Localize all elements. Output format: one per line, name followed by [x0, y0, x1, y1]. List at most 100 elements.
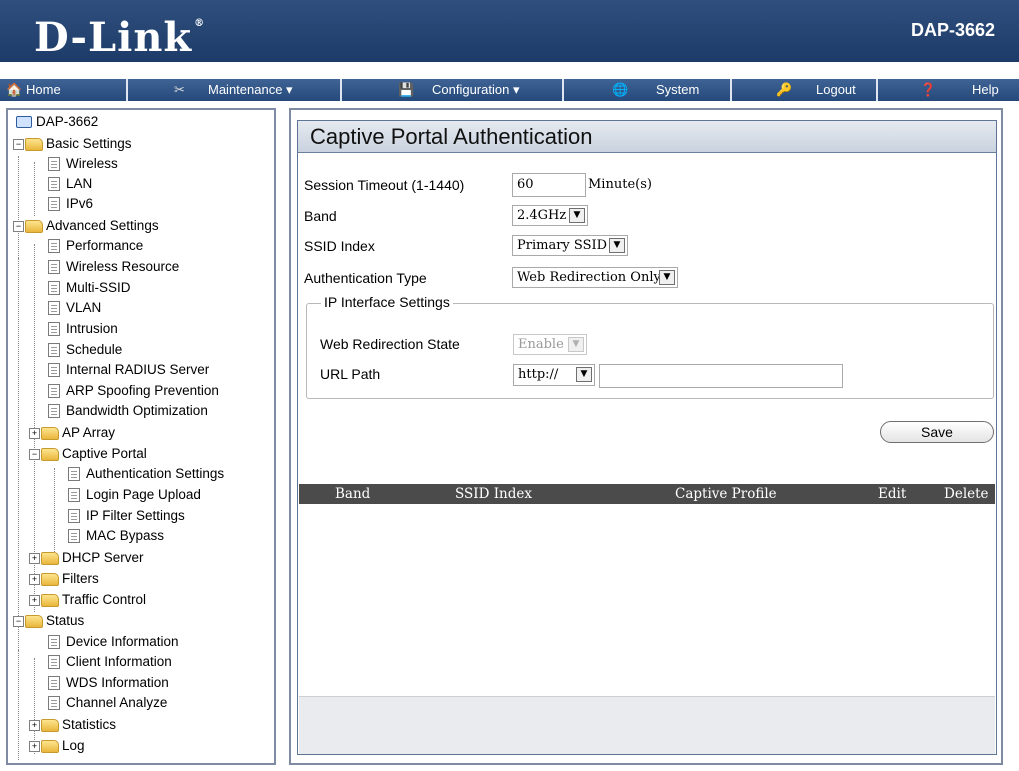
page-icon — [68, 509, 80, 524]
tree-item-auth-settings[interactable]: Authentication Settings — [68, 464, 224, 484]
collapse-icon[interactable]: − — [29, 448, 40, 460]
chevron-down-icon: ▼ — [659, 270, 675, 285]
web-redirection-state-select: Enable ▼ — [513, 334, 587, 355]
nav-maintenance[interactable]: ✂ Maintenance ▾ — [128, 79, 342, 101]
folder-open-icon — [41, 447, 59, 461]
tree-item-bandwidth-opt[interactable]: Bandwidth Optimization — [48, 401, 208, 421]
tree-root-device[interactable]: DAP-3662 — [16, 112, 98, 132]
auth-type-label: Authentication Type — [304, 270, 427, 286]
tree-traffic-control[interactable]: + Traffic Control — [29, 590, 146, 610]
table-body — [299, 504, 995, 697]
collapse-icon[interactable]: − — [13, 615, 24, 627]
tree-item-wds-info[interactable]: WDS Information — [48, 673, 169, 693]
ip-interface-settings-legend: IP Interface Settings — [321, 294, 453, 310]
header-banner: D-Link ® DAP-3662 — [0, 0, 1019, 62]
expand-icon[interactable]: + — [29, 552, 40, 564]
tree-item-lan[interactable]: LAN — [48, 174, 92, 194]
tree-item-ipv6[interactable]: IPv6 — [48, 194, 93, 214]
tree-ap-array[interactable]: + AP Array — [29, 423, 115, 443]
col-ssid-index: SSID Index — [455, 486, 532, 502]
session-timeout-label: Session Timeout (1-1440) — [304, 177, 465, 193]
page-icon — [48, 676, 60, 691]
tree-dhcp-server[interactable]: + DHCP Server — [29, 548, 144, 568]
tree-advanced-settings[interactable]: − Advanced Settings — [13, 216, 159, 236]
url-path-label: URL Path — [320, 366, 381, 382]
expand-icon[interactable]: + — [29, 573, 40, 585]
chevron-down-icon: ▼ — [576, 367, 592, 382]
tree-item-internal-radius[interactable]: Internal RADIUS Server — [48, 360, 209, 380]
ip-interface-settings-group: IP Interface Settings Web Redirection St… — [306, 294, 994, 399]
auth-type-select[interactable]: Web Redirection Only ▼ — [512, 267, 678, 288]
computer-icon — [16, 116, 32, 129]
collapse-icon[interactable]: − — [13, 220, 24, 232]
tree-item-wireless-resource[interactable]: Wireless Resource — [48, 257, 179, 277]
expand-icon[interactable]: + — [29, 427, 40, 439]
tree-item-performance[interactable]: Performance — [48, 236, 143, 256]
tree-item-multi-ssid[interactable]: Multi-SSID — [48, 278, 131, 298]
folder-icon — [41, 739, 59, 753]
dlink-logo: D-Link ® — [34, 14, 206, 61]
folder-open-icon — [25, 614, 43, 628]
folder-icon — [41, 718, 59, 732]
page-icon — [68, 529, 80, 544]
tree-item-mac-bypass[interactable]: MAC Bypass — [68, 526, 164, 546]
expand-icon[interactable]: + — [29, 719, 40, 731]
table-header: Band SSID Index Captive Profile Edit Del… — [299, 484, 995, 504]
page-icon — [48, 322, 60, 337]
page-icon — [48, 384, 60, 399]
tree-item-client-info[interactable]: Client Information — [48, 652, 172, 672]
tree-item-vlan[interactable]: VLAN — [48, 298, 101, 318]
col-edit: Edit — [878, 486, 907, 502]
save-disk-icon: 💾 — [398, 82, 415, 97]
page-icon — [48, 157, 60, 172]
tree-status[interactable]: − Status — [13, 611, 84, 631]
chevron-down-icon: ▼ — [569, 208, 585, 223]
tree-item-arp-spoofing[interactable]: ARP Spoofing Prevention — [48, 381, 219, 401]
save-button[interactable]: Save — [880, 421, 994, 443]
collapse-icon[interactable]: − — [13, 138, 24, 150]
expand-icon[interactable]: + — [29, 594, 40, 606]
globe-icon: 🌐 — [612, 82, 629, 97]
page-icon — [48, 363, 60, 378]
band-select[interactable]: 2.4GHz ▼ — [512, 205, 588, 226]
nav-home[interactable]: 🏠 Home — [0, 79, 128, 101]
ssid-index-select[interactable]: Primary SSID ▼ — [512, 235, 628, 256]
tree-item-login-page-upload[interactable]: Login Page Upload — [68, 485, 201, 505]
tree-item-wireless[interactable]: Wireless — [48, 154, 118, 174]
tree-item-ip-filter[interactable]: IP Filter Settings — [68, 506, 185, 526]
tree-filters[interactable]: + Filters — [29, 569, 99, 589]
home-icon: 🏠 — [6, 82, 23, 97]
tree-statistics[interactable]: + Statistics — [29, 715, 116, 735]
page-icon — [68, 488, 80, 503]
folder-icon — [41, 593, 59, 607]
device-model: DAP-3662 — [910, 20, 995, 40]
nav-configuration[interactable]: 💾 Configuration ▾ — [342, 79, 564, 101]
tree-item-device-info[interactable]: Device Information — [48, 632, 179, 652]
page-icon — [48, 635, 60, 650]
nav-help[interactable]: ❓ Help — [878, 79, 1019, 101]
tools-icon: ✂ — [174, 82, 185, 97]
nav-system[interactable]: 🌐 System — [564, 79, 732, 101]
chevron-down-icon: ▼ — [568, 337, 584, 352]
tree-basic-settings[interactable]: − Basic Settings — [13, 134, 132, 154]
tree-item-schedule[interactable]: Schedule — [48, 340, 122, 360]
url-path-input[interactable] — [599, 364, 843, 388]
page-icon — [48, 655, 60, 670]
tree-item-channel-analyze[interactable]: Channel Analyze — [48, 693, 167, 713]
page-icon — [48, 404, 60, 419]
session-timeout-input[interactable]: 60 — [512, 173, 586, 197]
nav-logout[interactable]: 🔑 Logout — [732, 79, 878, 101]
page-icon — [48, 197, 60, 212]
url-protocol-select[interactable]: http://▼ — [513, 364, 595, 386]
tree-log[interactable]: + Log — [29, 736, 85, 756]
sidebar-tree: DAP-3662 − Basic Settings Wireless LAN IP… — [6, 108, 276, 765]
tree-item-intrusion[interactable]: Intrusion — [48, 319, 118, 339]
col-delete: Delete — [944, 486, 989, 502]
folder-icon — [41, 551, 59, 565]
session-timeout-unit: Minute(s) — [588, 177, 652, 192]
folder-icon — [41, 572, 59, 586]
folder-icon — [41, 426, 59, 440]
ssid-index-label: SSID Index — [304, 238, 375, 254]
tree-captive-portal[interactable]: − Captive Portal — [29, 444, 147, 464]
expand-icon[interactable]: + — [29, 740, 40, 752]
